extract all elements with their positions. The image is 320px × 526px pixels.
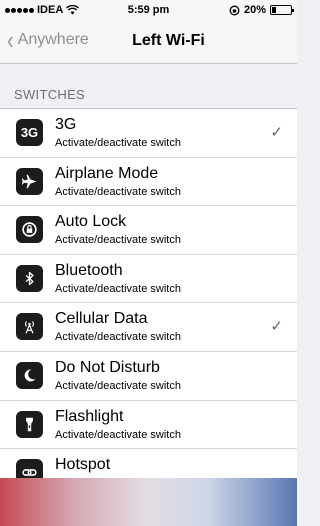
rotation-lock-icon xyxy=(229,5,240,15)
moon-icon xyxy=(16,361,43,389)
switch-title: Auto Lock xyxy=(55,213,127,231)
switch-title: Flashlight xyxy=(55,407,124,425)
checkmark-icon: ✓ xyxy=(270,124,283,141)
switch-subtitle: Activate/deactivate switch xyxy=(55,282,181,295)
bluetooth-icon xyxy=(16,264,43,292)
switch-row-cellular-data[interactable]: Cellular Data Activate/deactivate switch ✓ xyxy=(0,303,297,352)
switches-list: 3G 3G Activate/deactivate switch ✓ Airplane … xyxy=(0,108,297,498)
navigation-bar: ‹ Anywhere Left Wi-Fi xyxy=(0,20,297,64)
switch-title: 3G xyxy=(55,116,77,133)
switch-row-flashlight[interactable]: Flashlight Activate/deactivate switch xyxy=(0,401,297,450)
switch-row-do-not-disturb[interactable]: Do Not Disturb Activate/deactivate switch xyxy=(0,352,297,401)
switch-subtitle: Activate/deactivate switch xyxy=(55,137,181,149)
ad-banner[interactable] xyxy=(0,478,297,526)
switch-subtitle: Activate/deactivate switch xyxy=(55,379,181,392)
3g-icon-text: 3G xyxy=(20,125,39,140)
airplane-icon xyxy=(16,167,43,195)
page-title: Left Wi-Fi xyxy=(132,32,205,49)
switch-title: Airplane Mode xyxy=(55,164,159,182)
switch-subtitle: Activate/deactivate switch xyxy=(55,428,181,441)
cellular-data-icon xyxy=(16,313,43,341)
switch-row-airplane-mode[interactable]: Airplane Mode Activate/deactivate switch xyxy=(0,158,297,207)
switch-subtitle: Activate/deactivate switch xyxy=(55,234,181,247)
battery-icon xyxy=(270,5,294,15)
switch-title: Bluetooth xyxy=(55,261,123,279)
checkmark-icon: ✓ xyxy=(270,318,283,336)
switch-row-3g[interactable]: 3G 3G Activate/deactivate switch ✓ xyxy=(0,109,297,158)
switch-title: Cellular Data xyxy=(55,310,148,328)
flashlight-icon xyxy=(16,410,43,438)
battery-fill xyxy=(272,7,276,13)
battery-percent: 20% xyxy=(243,4,266,16)
auto-lock-icon xyxy=(16,216,43,244)
status-right: 20% xyxy=(229,4,294,16)
switch-subtitle: Activate/deactivate switch xyxy=(55,185,181,198)
switch-subtitle: Activate/deactivate switch xyxy=(55,331,181,344)
3g-icon: 3G xyxy=(16,119,43,146)
switch-title: Hotspot xyxy=(55,456,111,474)
switch-title: Do Not Disturb xyxy=(55,358,160,376)
status-bar: IDEA 5:59 pm 20% xyxy=(0,0,297,20)
switch-row-auto-lock[interactable]: Auto Lock Activate/deactivate switch xyxy=(0,206,297,255)
section-header: SWITCHES xyxy=(14,87,86,102)
switch-row-bluetooth[interactable]: Bluetooth Activate/deactivate switch xyxy=(0,255,297,304)
